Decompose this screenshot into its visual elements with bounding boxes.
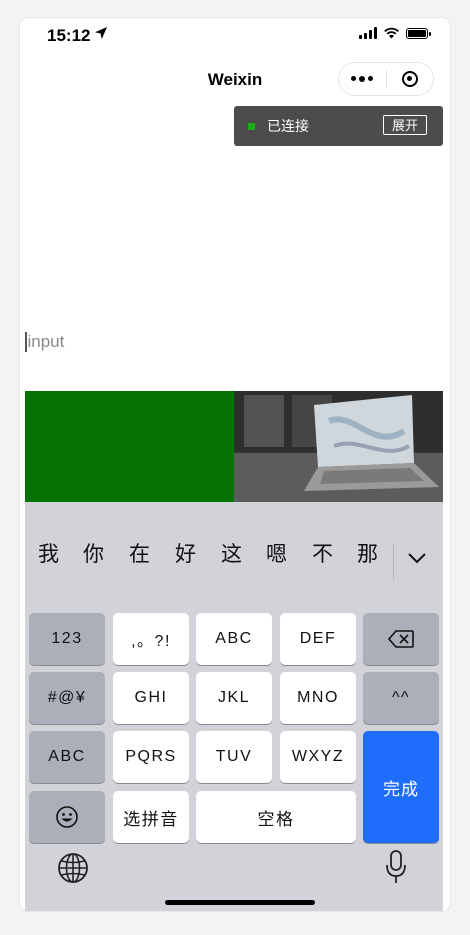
laptop-photo [234, 391, 443, 502]
key-def[interactable]: DEF [280, 613, 356, 665]
status-time: 15:12 [47, 26, 91, 45]
backspace-key[interactable] [363, 613, 439, 665]
key-ghi[interactable]: GHI [113, 672, 189, 724]
status-icons [359, 27, 431, 39]
key-jkl[interactable]: JKL [196, 672, 272, 724]
key-symbols[interactable]: #@¥ [29, 672, 105, 724]
battery-icon [406, 27, 431, 39]
space-key[interactable]: 空格 [196, 791, 356, 843]
key-emoticon[interactable]: ^^ [363, 672, 439, 724]
candidate-divider [393, 544, 394, 580]
candidate-word[interactable]: 不 [312, 538, 333, 568]
globe-icon[interactable] [57, 852, 89, 884]
status-dot [248, 122, 255, 130]
candidate-word[interactable]: 你 [83, 538, 104, 568]
candidate-word[interactable]: 好 [175, 538, 196, 568]
green-image [25, 391, 234, 502]
emoji-key[interactable] [29, 791, 105, 843]
phone-screen: 15:12 Weixin 已连接 展开 input 我 你 在 好 这 嗯 不 … [20, 18, 450, 911]
key-mno[interactable]: MNO [280, 672, 356, 724]
keyboard: 我 你 在 好 这 嗯 不 那 123 ,。?! ABC DEF #@¥ GHI [25, 502, 443, 911]
key-abc-switch[interactable]: ABC [29, 731, 105, 783]
key-pqrs[interactable]: PQRS [113, 731, 189, 783]
connection-status: 已连接 [267, 118, 309, 134]
connection-banner: 已连接 展开 [234, 106, 443, 146]
key-select-pinyin[interactable]: 选拼音 [113, 791, 189, 843]
close-target-icon[interactable] [386, 71, 433, 87]
signal-icon [359, 27, 377, 39]
backspace-icon [388, 630, 414, 648]
more-dots-icon[interactable] [339, 76, 386, 82]
key-123[interactable]: 123 [29, 613, 105, 665]
home-indicator [165, 900, 315, 905]
done-button[interactable]: 完成 [363, 731, 439, 843]
key-abc[interactable]: ABC [196, 613, 272, 665]
key-wxyz[interactable]: WXYZ [280, 731, 356, 783]
key-tuv[interactable]: TUV [196, 731, 272, 783]
key-punctuation[interactable]: ,。?! [113, 613, 189, 665]
candidate-word[interactable]: 在 [129, 538, 150, 568]
emoji-icon [56, 806, 78, 828]
wifi-icon [384, 27, 399, 39]
candidate-word[interactable]: 嗯 [266, 538, 287, 568]
candidate-word[interactable]: 我 [38, 538, 59, 568]
candidate-word[interactable]: 这 [221, 538, 242, 568]
menu-capsule [338, 62, 434, 96]
input-placeholder: input [27, 332, 65, 351]
candidate-word[interactable]: 那 [357, 538, 378, 568]
expand-button[interactable]: 展开 [382, 115, 427, 135]
text-caret [25, 332, 27, 352]
microphone-icon[interactable] [385, 850, 407, 884]
candidate-bar: 我 你 在 好 这 嗯 不 那 [25, 502, 443, 588]
location-arrow-icon [95, 27, 107, 39]
text-input[interactable]: input [25, 330, 425, 354]
chevron-down-icon[interactable] [408, 552, 426, 564]
